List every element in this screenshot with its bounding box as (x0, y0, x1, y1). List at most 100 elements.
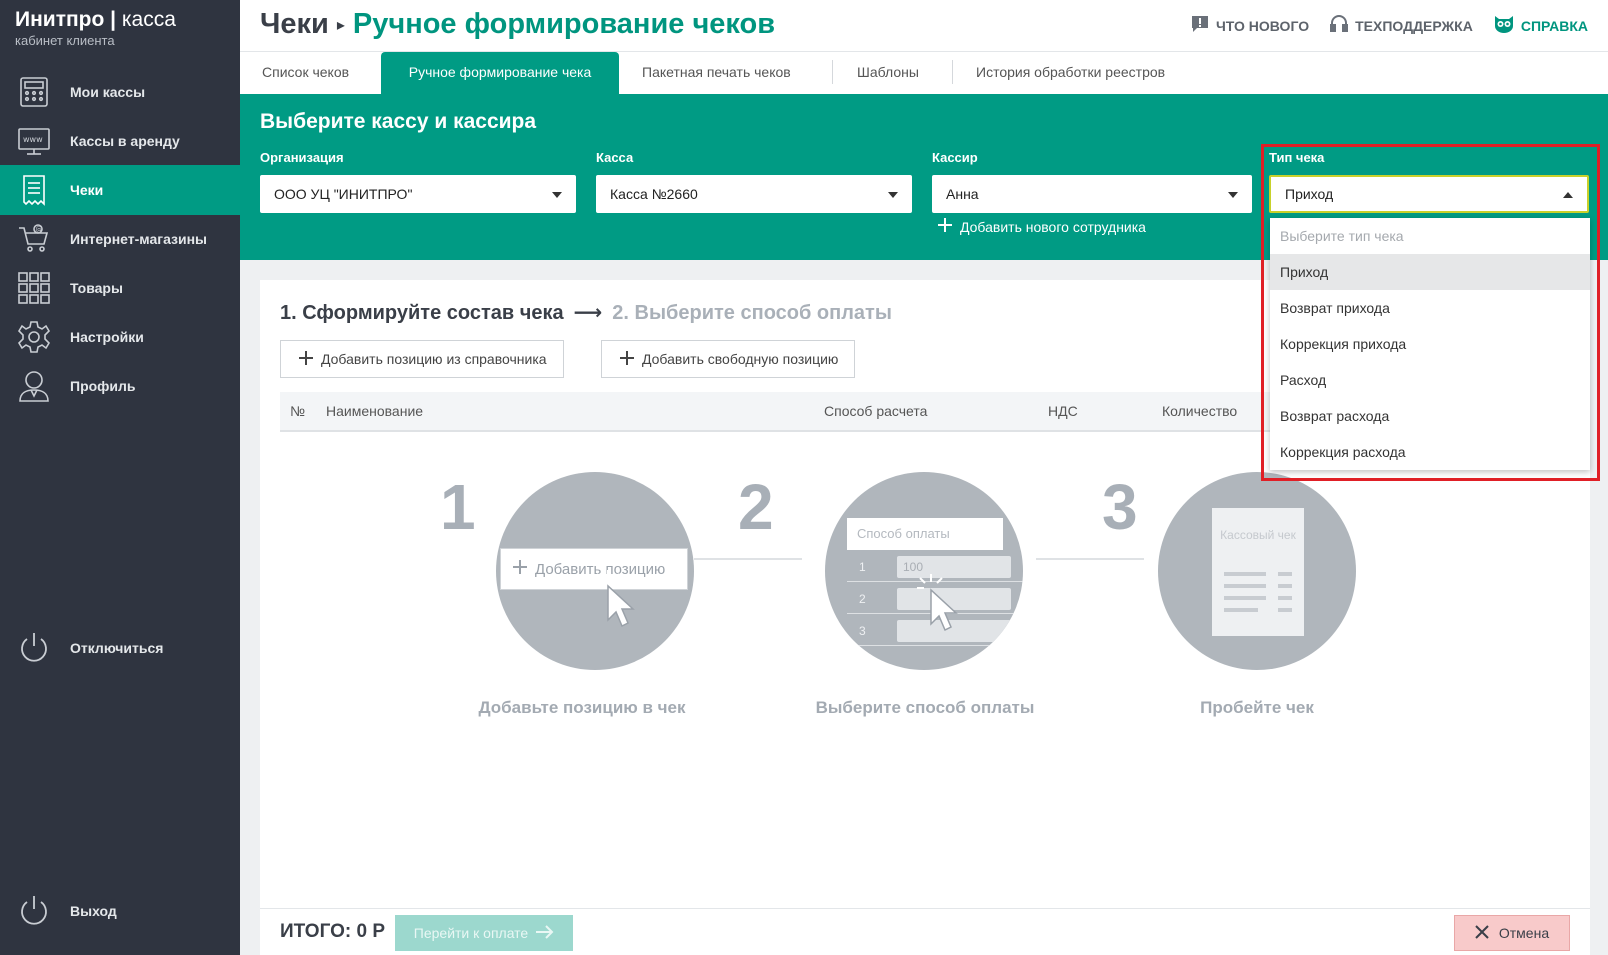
step-connector (694, 558, 802, 560)
add-from-catalog-button[interactable]: Добавить позицию из справочника (280, 340, 564, 378)
sidebar-item-label: Интернет-магазины (70, 231, 208, 247)
column-name: Наименование (326, 403, 424, 419)
sidebar-item-online-shops[interactable]: @ Интернет-магазины (0, 214, 240, 264)
organization-label: Организация (260, 150, 344, 165)
tab-registry-history[interactable]: История обработки реестров (954, 52, 1187, 94)
receipt-type-value: Приход (1285, 186, 1334, 202)
page-header: Чеки ▸ Ручное формирование чеков ЧТО НОВОГ… (240, 0, 1608, 52)
register-select[interactable]: Касса №2660 (596, 175, 912, 213)
arrow-right-icon: ⟶ (573, 302, 603, 324)
support-link[interactable]: ТЕХПОДДЕРЖКА (1329, 14, 1473, 37)
brand-subtitle: кабинет клиента (15, 33, 115, 48)
register-value: Касса №2660 (610, 186, 698, 202)
add-employee-link[interactable]: Добавить нового сотрудника (938, 218, 1146, 235)
caret-down-icon (552, 192, 562, 198)
step-number: 3 (1102, 471, 1138, 543)
panel-title: Выберите кассу и кассира (260, 110, 537, 133)
step2-illustration: Способ оплаты 1 100 2 3 (825, 472, 1023, 670)
www-terminal-icon: www (16, 123, 52, 159)
total-amount: ИТОГО: 0 Р (280, 921, 385, 942)
go-to-payment-button[interactable]: Перейти к оплате (395, 915, 573, 951)
sidebar-item-rent-registers[interactable]: www Кассы в аренду (0, 116, 240, 166)
disconnect-button[interactable]: Отключиться (0, 623, 240, 673)
sidebar-item-label: Профиль (70, 378, 136, 394)
receipt-type-select[interactable]: Приход (1269, 175, 1589, 213)
cursor-click-icon (590, 568, 636, 639)
sidebar-item-my-registers[interactable]: Мои кассы (0, 67, 240, 117)
column-quantity: Количество (1162, 403, 1238, 419)
tab-templates[interactable]: Шаблоны (835, 52, 941, 94)
dropdown-option-expense-correction[interactable]: Коррекция расхода (1270, 434, 1590, 470)
tab-divider (952, 60, 953, 84)
sidebar-item-profile[interactable]: Профиль (0, 361, 240, 411)
tab-batch-print[interactable]: Пакетная печать чеков (620, 52, 813, 94)
receipt-type-label: Тип чека (1269, 150, 1325, 165)
cart-icon: @ (16, 221, 52, 257)
receipt-icon (16, 172, 52, 208)
whats-new-label: ЧТО НОВОГО (1215, 17, 1310, 34)
add-employee-label: Добавить нового сотрудника (960, 218, 1146, 235)
step-connector (1036, 558, 1144, 560)
sidebar-item-label: Кассы в аренду (70, 133, 180, 149)
step-number: 1 (440, 471, 476, 543)
dropdown-option-expense[interactable]: Расход (1270, 362, 1590, 398)
chat-alert-icon (1190, 14, 1210, 37)
dropdown-option-expense-return[interactable]: Возврат расхода (1270, 398, 1590, 434)
illustration-text: Кассовый чек (1220, 528, 1296, 542)
column-payment-method: Способ расчета (824, 403, 928, 419)
cashier-select[interactable]: Анна (932, 175, 1252, 213)
tab-receipt-list[interactable]: Список чеков (240, 52, 371, 94)
cancel-button[interactable]: Отмена (1454, 915, 1570, 951)
add-free-position-button[interactable]: Добавить свободную позицию (601, 340, 856, 378)
grid-icon (16, 270, 52, 306)
page-title: Ручное формирование чеков (352, 8, 776, 40)
receipt-type-dropdown: Выберите тип чека Приход Возврат прихода… (1270, 218, 1590, 470)
register-label: Касса (596, 150, 634, 165)
sidebar-item-receipts[interactable]: Чеки (0, 165, 240, 215)
add-from-catalog-label: Добавить позицию из справочника (321, 351, 547, 367)
logout-label: Выход (70, 903, 117, 919)
dropdown-placeholder: Выберите тип чека (1280, 228, 1404, 244)
add-free-position-label: Добавить свободную позицию (642, 351, 839, 367)
plus-icon (299, 350, 313, 368)
help-link[interactable]: СПРАВКА (1493, 14, 1588, 37)
cancel-label: Отмена (1498, 925, 1550, 941)
dropdown-option-income[interactable]: Приход (1270, 254, 1590, 290)
receipt-footer: ИТОГО: 0 Р Перейти к оплате Отмена (260, 908, 1590, 955)
sidebar-item-goods[interactable]: Товары (0, 263, 240, 313)
whats-new-link[interactable]: ЧТО НОВОГО (1190, 14, 1309, 37)
cashier-value: Анна (946, 186, 979, 202)
plus-icon (620, 350, 634, 368)
dropdown-option-income-return[interactable]: Возврат прихода (1270, 290, 1590, 326)
organization-select[interactable]: ООО УЦ "ИНИТПРО" (260, 175, 576, 213)
cashier-label: Кассир (932, 150, 978, 165)
brand-logo[interactable]: Инитпро | касса кабинет клиента (15, 8, 176, 48)
sidebar-item-label: Настройки (70, 329, 144, 345)
sidebar-item-label: Мои кассы (70, 84, 146, 100)
arrow-right-icon (536, 924, 554, 942)
step3-illustration: Кассовый чек (1158, 472, 1356, 670)
dropdown-option-income-correction[interactable]: Коррекция прихода (1270, 326, 1590, 362)
svg-text:@: @ (36, 226, 43, 234)
breadcrumb-section[interactable]: Чеки (260, 8, 329, 40)
caret-down-icon (1228, 192, 1238, 198)
close-icon (1475, 924, 1489, 942)
step1-title: 1. Сформируйте состав чека (280, 302, 564, 324)
power-icon (16, 630, 52, 666)
step2-title: 2. Выберите способ оплаты (612, 302, 892, 324)
power-icon (16, 893, 52, 929)
svg-text:www: www (23, 135, 43, 144)
plus-icon (938, 218, 952, 235)
step1-illustration: Добавить позицию (496, 472, 694, 670)
tab-manual-receipt[interactable]: Ручное формирование чека (381, 52, 619, 94)
gear-icon (16, 319, 52, 355)
disconnect-label: Отключиться (70, 640, 164, 656)
brand-title: Инитпро | касса (15, 8, 176, 31)
caret-up-icon (1563, 192, 1573, 198)
payment-method-illustration: Способ оплаты (847, 518, 1003, 550)
step3-caption: Пробейте чек (1200, 698, 1314, 717)
user-icon (16, 368, 52, 404)
sidebar-item-settings[interactable]: Настройки (0, 312, 240, 362)
logout-button[interactable]: Выход (0, 886, 240, 936)
tab-divider (832, 60, 833, 84)
